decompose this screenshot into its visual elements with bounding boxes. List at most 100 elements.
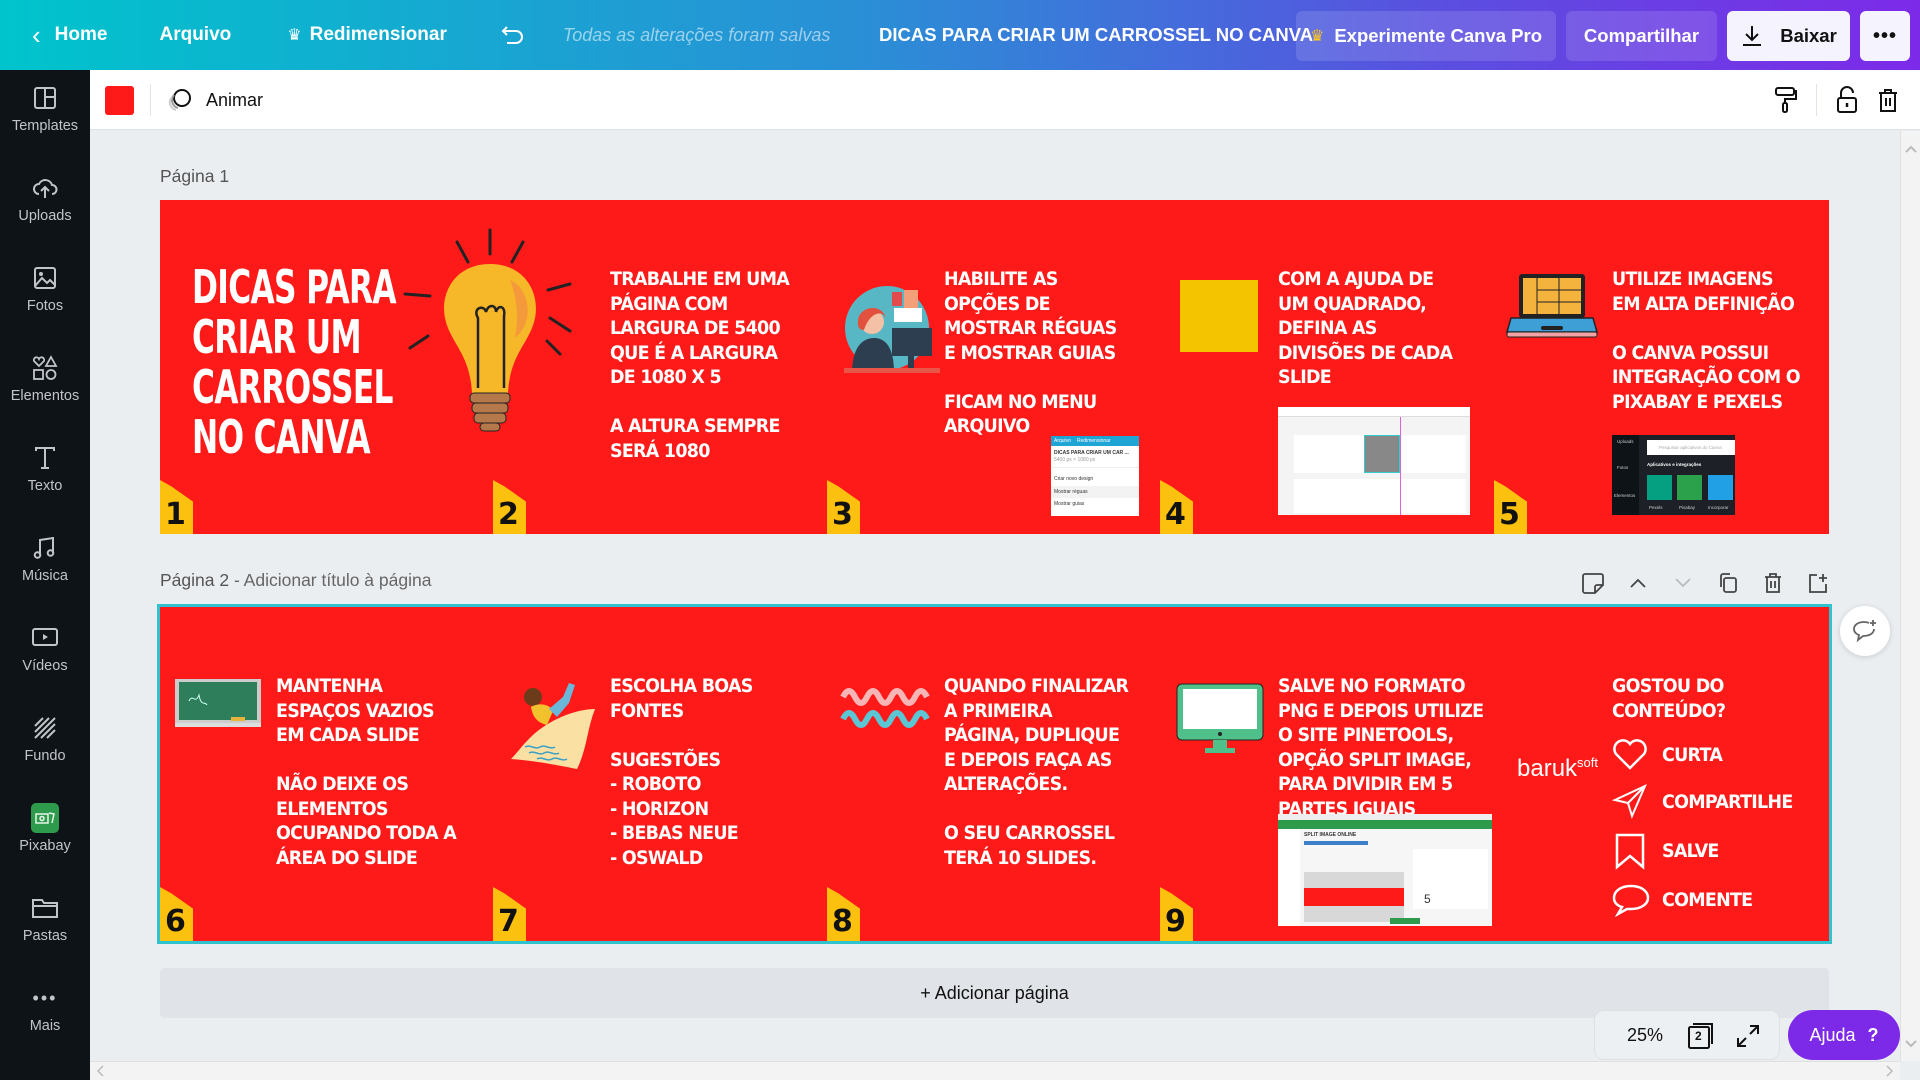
context-toolbar: Animar: [90, 70, 1920, 130]
move-page-down-button[interactable]: [1660, 567, 1705, 599]
send-icon: [1612, 783, 1647, 819]
slide-number: 4: [1165, 497, 1186, 532]
split-count: 5: [1424, 892, 1431, 906]
cta-label: SALVE: [1662, 840, 1719, 862]
slide-number-tag: 3: [827, 480, 860, 534]
page-notes-button[interactable]: [1570, 567, 1615, 599]
delete-page-button[interactable]: [1750, 567, 1795, 599]
slide-number-tag: 2: [493, 480, 526, 534]
trash-icon: [1764, 573, 1781, 593]
download-label: Baixar: [1780, 25, 1837, 46]
animate-label: Animar: [206, 89, 264, 110]
laptop-video-call-illustration: [1506, 274, 1598, 338]
music-icon: [31, 534, 59, 562]
sidebar-item-elementos[interactable]: Elementos: [0, 340, 90, 418]
slide-5-text[interactable]: UTILIZE IMAGENS EM ALTA DEFINIÇÃO O CANV…: [1612, 267, 1801, 414]
duplicate-page-button[interactable]: [1705, 567, 1750, 599]
cta-item: COMPARTILHE: [1612, 783, 1829, 823]
chevron-left-icon: ‹: [32, 19, 41, 50]
split-title: SPLIT IMAGE ONLINE: [1304, 832, 1357, 838]
slide-4-text[interactable]: COM A AJUDA DE UM QUADRADO, DEFINA AS DI…: [1278, 267, 1453, 390]
sidebar-item-texto[interactable]: Texto: [0, 430, 90, 508]
divider: [1816, 84, 1817, 116]
yellow-square-illustration: [1180, 280, 1258, 352]
comment-add-icon: [1853, 620, 1876, 643]
fullscreen-button[interactable]: [1735, 1023, 1761, 1049]
horizontal-scrollbar[interactable]: [90, 1061, 1900, 1080]
download-button[interactable]: Baixar: [1727, 11, 1850, 61]
lock-button[interactable]: [1831, 84, 1863, 116]
menu-size: 5400 px × 1080 px: [1054, 457, 1096, 463]
text-icon: [31, 444, 59, 472]
sidebar: Templates Uploads Fotos Elementos Texto …: [0, 70, 90, 1080]
help-button[interactable]: Ajuda ?: [1788, 1010, 1900, 1060]
scroll-left-icon: [96, 1065, 104, 1077]
slide-6-text[interactable]: MANTENHA ESPAÇOS VAZIOS EM CADA SLIDE NÃ…: [276, 674, 457, 870]
slide-number-tag: 4: [1160, 480, 1193, 534]
share-button[interactable]: Compartilhar: [1566, 11, 1717, 61]
page-1-canvas[interactable]: DICAS PARA CRIAR UM CARROSSEL NO CANVA T…: [160, 200, 1829, 534]
vertical-scrollbar[interactable]: [1900, 131, 1920, 1061]
page-2-canvas[interactable]: MANTENHA ESPAÇOS VAZIOS EM CADA SLIDE NÃ…: [157, 604, 1832, 944]
delete-button[interactable]: [1872, 84, 1904, 116]
download-icon: [1743, 26, 1762, 46]
heart-icon: [1613, 739, 1647, 770]
sidebar-item-fotos[interactable]: Fotos: [0, 250, 90, 328]
add-comment-button[interactable]: [1840, 606, 1890, 656]
menu-tab-file: Arquivo: [1054, 438, 1071, 444]
photo-icon: [31, 264, 59, 292]
sidebar-item-pastas[interactable]: Pastas: [0, 880, 90, 958]
undo-icon: [501, 26, 523, 44]
sidebar-label: Templates: [11, 118, 79, 134]
slide-8-text[interactable]: QUANDO FINALIZAR A PRIMEIRA PÁGINA, DUPL…: [944, 674, 1129, 870]
elements-icon: [31, 354, 59, 382]
home-label: Home: [54, 24, 108, 45]
home-button[interactable]: ‹ Home: [18, 11, 121, 59]
add-page-after-button[interactable]: [1795, 567, 1840, 599]
copy-icon: [1719, 573, 1737, 593]
undo-button[interactable]: [487, 11, 539, 59]
animate-button[interactable]: Animar: [168, 85, 263, 115]
sidebar-item-pixabay[interactable]: Pixabay: [0, 790, 90, 868]
apps-integrations-screenshot: Uploads Fotos Elementos Pesquisar aplica…: [1612, 435, 1735, 515]
slide-3-text[interactable]: HABILITE AS OPÇÕES DE MOSTRAR RÉGUAS E M…: [944, 267, 1117, 439]
app-label: Pixabay: [1679, 505, 1696, 510]
try-canva-pro-button[interactable]: ♛ Experimente Canva Pro: [1296, 11, 1556, 61]
zoom-level[interactable]: 25%: [1627, 1025, 1663, 1046]
child-writing-illustration: [511, 683, 595, 769]
background-color-swatch[interactable]: [105, 86, 134, 115]
woman-at-computer-illustration: [844, 286, 940, 373]
upload-cloud-icon: [31, 174, 59, 202]
sidebar-item-musica[interactable]: Música: [0, 520, 90, 598]
file-menu-screenshot: Arquivo Redimensionar DICAS PARA CRIAR UM…: [1051, 436, 1139, 516]
monitor-illustration: [1176, 683, 1264, 753]
sidebar-item-uploads[interactable]: Uploads: [0, 160, 90, 238]
sidebar-label: Texto: [27, 478, 63, 494]
scroll-up-icon: [1905, 145, 1917, 153]
page-grid-button[interactable]: 2: [1687, 1021, 1717, 1051]
sidebar-item-templates[interactable]: Templates: [0, 70, 90, 148]
resize-button[interactable]: ♛ Redimensionar: [273, 11, 461, 59]
file-menu-button[interactable]: Arquivo: [145, 11, 245, 59]
apps-heading: Aplicativos e integrações: [1647, 462, 1702, 467]
sticky-note-icon: [1581, 573, 1604, 594]
sidebar-item-videos[interactable]: Vídeos: [0, 610, 90, 688]
slide-number-tag: 9: [1160, 887, 1193, 941]
design-headline[interactable]: DICAS PARA CRIAR UM CARROSSEL NO CANVA: [192, 262, 397, 462]
design-title[interactable]: DICAS PARA CRIAR UM CARROSSEL NO CANVA: [879, 0, 1313, 70]
add-page-button[interactable]: + Adicionar página: [160, 968, 1829, 1018]
slide-9-text[interactable]: SALVE NO FORMATO PNG E DEPOIS UTILIZE O …: [1278, 674, 1484, 821]
move-page-up-button[interactable]: [1615, 567, 1660, 599]
sidebar-item-fundo[interactable]: Fundo: [0, 700, 90, 778]
slide-number-tag: 5: [1494, 480, 1527, 534]
cta-heading[interactable]: GOSTOU DO CONTEÚDO?: [1612, 674, 1726, 723]
add-page-icon: [1808, 574, 1827, 593]
sidebar-item-mais[interactable]: ••• Mais: [0, 970, 90, 1048]
slide-2-text[interactable]: TRABALHE EM UMA PÁGINA COM LARGURA DE 54…: [610, 267, 790, 463]
copy-style-button[interactable]: [1770, 84, 1802, 116]
cta-label: COMPARTILHE: [1662, 791, 1793, 813]
slide-7-text[interactable]: ESCOLHA BOAS FONTES SUGESTÕES - ROBOTO -…: [610, 674, 753, 870]
app-label: Pexels: [1649, 505, 1663, 510]
more-options-button[interactable]: •••: [1860, 11, 1910, 61]
add-page-title-link[interactable]: - Adicionar título à página: [229, 570, 432, 590]
